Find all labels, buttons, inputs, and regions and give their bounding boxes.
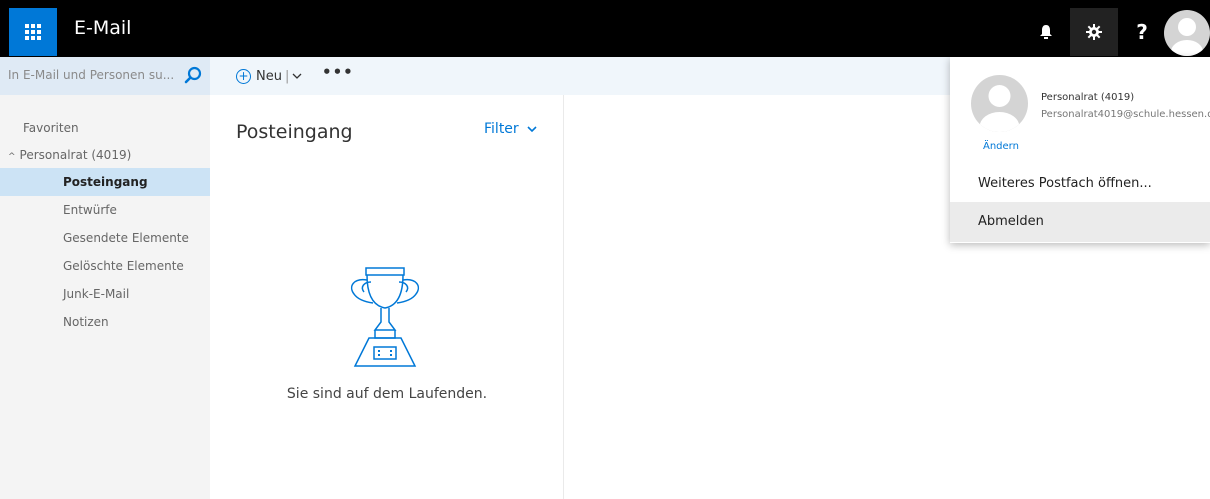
mailbox-group-label: Personalrat (4019) <box>19 148 132 162</box>
sidebar-item-junk-e-mail[interactable]: Junk-E-Mail <box>0 280 210 308</box>
new-label: Neu <box>256 68 282 84</box>
person-icon <box>1171 18 1203 56</box>
chevron-up-icon: ^ <box>8 152 16 162</box>
account-avatar-button[interactable] <box>1164 10 1210 56</box>
sidebar-item-entwuerfe[interactable]: Entwürfe <box>0 196 210 224</box>
new-message-button[interactable]: + Neu | <box>236 65 302 87</box>
account-email: Personalrat4019@schule.hessen.de <box>1041 109 1210 120</box>
filter-button[interactable]: Filter <box>484 121 537 137</box>
notifications-button[interactable] <box>1022 8 1070 56</box>
sidebar-item-geloeschte-elemente[interactable]: Gelöschte Elemente <box>0 252 210 280</box>
chevron-down-icon <box>527 126 537 133</box>
app-title: E-Mail <box>74 17 132 39</box>
change-photo-link[interactable]: Ändern <box>983 141 1019 152</box>
person-icon <box>979 85 1020 132</box>
folder-title: Posteingang <box>236 121 353 143</box>
sidebar-item-posteingang[interactable]: Posteingang <box>0 168 210 196</box>
account-name: Personalrat (4019) <box>1041 92 1135 103</box>
app-launcher-button[interactable] <box>9 8 57 56</box>
help-icon: ? <box>1136 20 1148 44</box>
search-box[interactable]: In E-Mail und Personen su... <box>0 57 210 95</box>
favorites-header[interactable]: Favoriten <box>23 121 79 135</box>
sidebar-item-gesendete-elemente[interactable]: Gesendete Elemente <box>0 224 210 252</box>
sidebar-item-notizen[interactable]: Notizen <box>0 308 210 336</box>
filter-label: Filter <box>484 121 519 137</box>
search-icon[interactable] <box>184 66 202 84</box>
trophy-icon <box>350 267 420 367</box>
divider: | <box>284 68 290 84</box>
account-menu-avatar <box>971 75 1028 132</box>
help-button[interactable]: ? <box>1118 8 1166 56</box>
open-other-mailbox-menu-item[interactable]: Weiteres Postfach öffnen... <box>950 164 1210 204</box>
empty-state-message: Sie sind auf dem Laufenden. <box>286 386 488 402</box>
sign-out-menu-item[interactable]: Abmelden <box>950 202 1210 242</box>
bell-icon <box>1040 25 1052 39</box>
app-launcher-icon <box>25 24 41 40</box>
settings-button[interactable] <box>1070 8 1118 56</box>
mailbox-group[interactable]: ^ Personalrat (4019) <box>8 148 131 162</box>
gear-icon <box>1086 24 1102 40</box>
chevron-down-icon[interactable] <box>292 73 302 80</box>
more-actions-button[interactable]: ••• <box>322 63 354 81</box>
search-input[interactable]: In E-Mail und Personen su... <box>8 68 178 82</box>
plus-circle-icon: + <box>236 68 251 84</box>
